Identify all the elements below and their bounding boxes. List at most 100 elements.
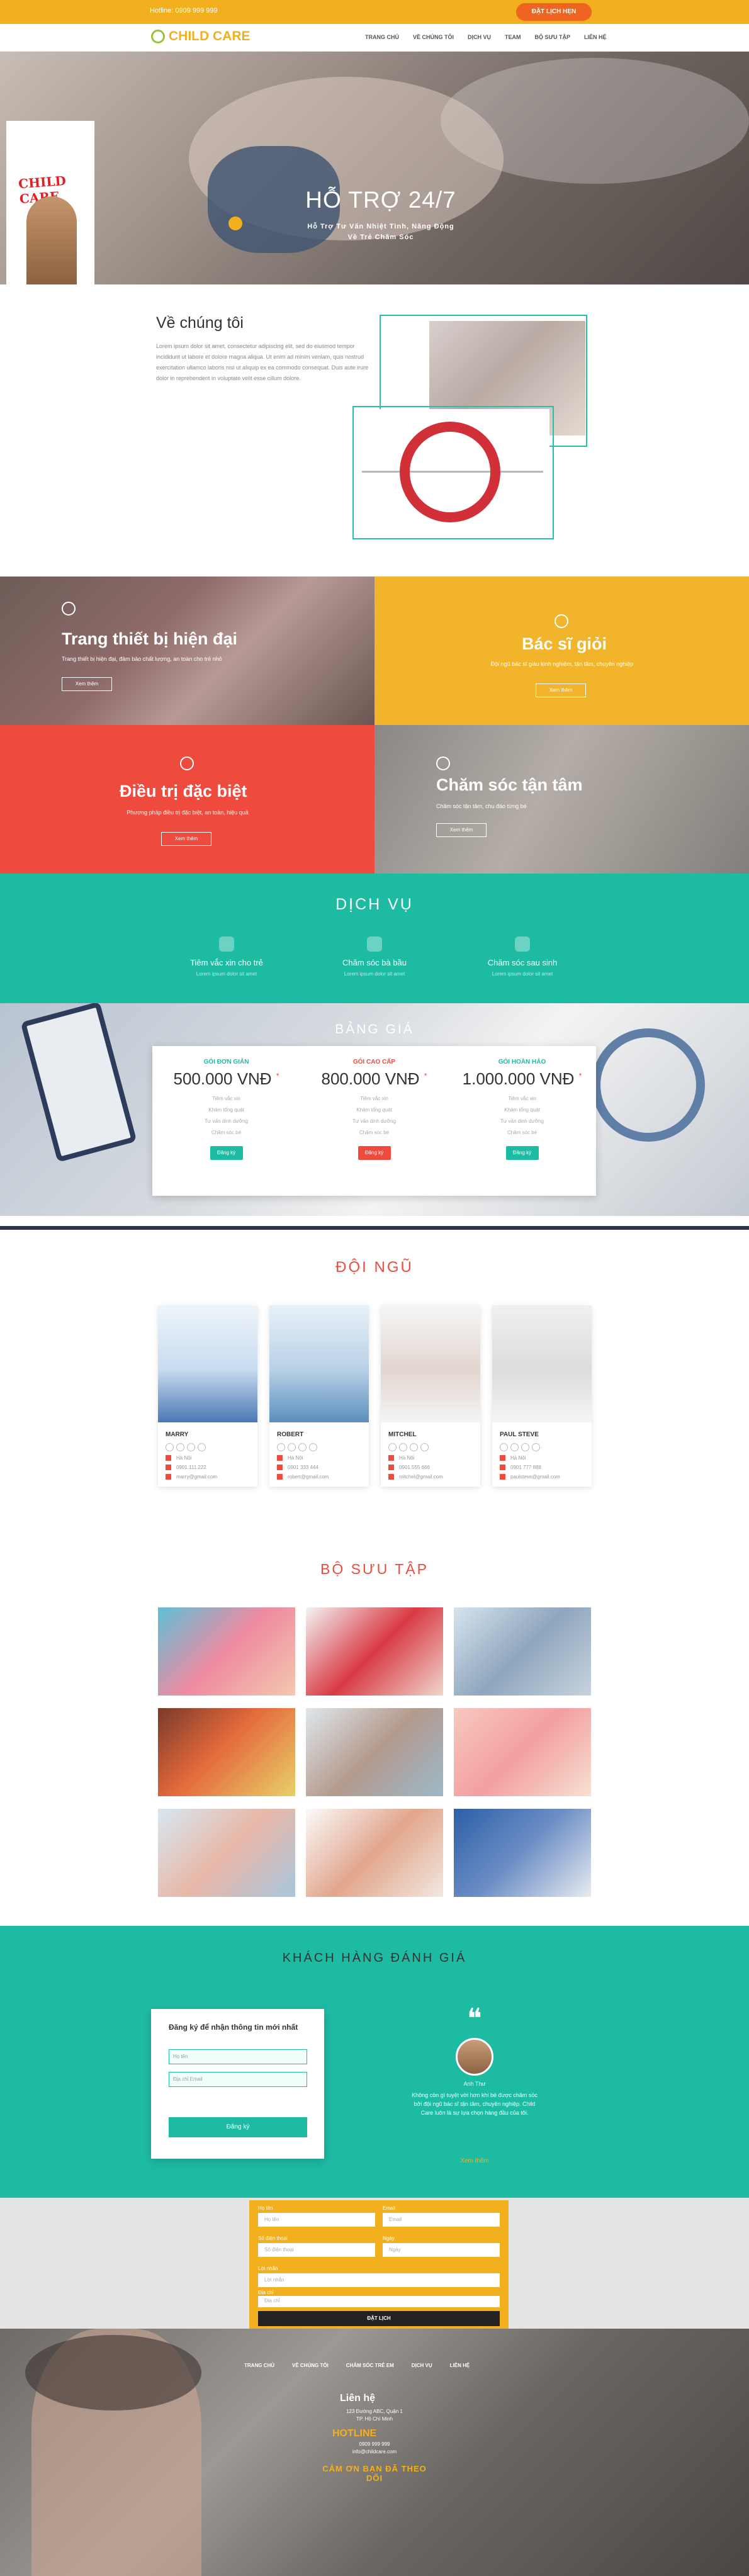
twitter-icon[interactable] — [510, 1443, 519, 1451]
gallery-image[interactable] — [158, 1607, 295, 1696]
gallery-image[interactable] — [306, 1809, 443, 1897]
email-icon — [500, 1474, 505, 1480]
member-social — [277, 1443, 369, 1451]
member-address: Hà Nội — [277, 1455, 369, 1461]
booking-phone-input[interactable]: Số điện thoại — [258, 2243, 375, 2257]
section-divider — [0, 1216, 749, 1226]
nav-item-services[interactable]: DỊCH VỤ — [468, 34, 491, 40]
email-input[interactable]: Địa chỉ Email — [169, 2072, 307, 2087]
feature-text: Phương pháp điều trị đặc biệt, an toàn, … — [127, 809, 249, 816]
vaccine-icon — [219, 936, 234, 952]
gallery-image[interactable] — [306, 1607, 443, 1696]
team-member-card: ROBERT Hà Nội 0901 333 444 robert@gmail.… — [269, 1305, 369, 1487]
email-icon — [277, 1474, 283, 1480]
review-text: Không còn gì tuyệt vời hơn khi bé được c… — [412, 2092, 538, 2116]
reviewer-avatar — [456, 2038, 493, 2076]
plan-premium: GÓI CAO CẤP 800.000 VNĐ * Tiêm vắc xin K… — [300, 1046, 448, 1196]
service-item[interactable]: Chăm sóc sau sinh Lorem ipsum dolor sit … — [466, 936, 579, 977]
linkedin-icon[interactable] — [521, 1443, 529, 1451]
nav-item-team[interactable]: TEAM — [505, 34, 521, 40]
pregnancy-icon — [367, 936, 382, 952]
newsletter-submit-button[interactable]: Đăng ký — [169, 2117, 307, 2137]
book-appointment-button[interactable]: ĐẶT LỊCH HẸN — [516, 3, 592, 21]
member-address: Hà Nội — [166, 1455, 257, 1461]
feature-good-doctors: Bác sĩ giỏi Đội ngũ bác sĩ giàu kinh ngh… — [374, 577, 749, 725]
gallery-image[interactable] — [454, 1708, 591, 1796]
gallery-image[interactable] — [454, 1809, 591, 1897]
linkedin-icon[interactable] — [410, 1443, 418, 1451]
gallery-image[interactable] — [158, 1708, 295, 1796]
feature-more-button[interactable]: Xem thêm — [62, 677, 112, 691]
footer-item-home[interactable]: TRANG CHỦ — [244, 2363, 274, 2368]
plan-signup-button[interactable]: Đăng ký — [505, 1146, 539, 1160]
gallery-image[interactable] — [158, 1809, 295, 1897]
plan-signup-button[interactable]: Đăng ký — [210, 1146, 243, 1160]
linkedin-icon[interactable] — [187, 1443, 195, 1451]
field-label: Địa chỉ — [258, 2290, 274, 2295]
booking-message-input[interactable]: Lời nhắn — [258, 2273, 500, 2287]
booking-address-input[interactable]: Địa chỉ — [258, 2296, 500, 2307]
footer-item-childcare[interactable]: CHĂM SÓC TRẺ EM — [346, 2363, 394, 2368]
member-photo — [158, 1305, 257, 1422]
team-member-card: PAUL STEVE Hà Nội 0901 777 888 paulsteve… — [492, 1305, 592, 1487]
field-label: Lời nhắn — [258, 2266, 278, 2271]
footer-item-about[interactable]: VỀ CHÚNG TÔI — [292, 2363, 329, 2368]
field-label: Ngày — [383, 2236, 395, 2241]
location-icon — [166, 1455, 171, 1461]
facebook-icon[interactable] — [166, 1443, 174, 1451]
booking-submit-button[interactable]: ĐẶT LỊCH — [258, 2311, 500, 2326]
plan-price: 500.000 VNĐ * — [173, 1069, 279, 1088]
booking-date-input[interactable]: Ngày — [383, 2243, 500, 2257]
twitter-icon[interactable] — [288, 1443, 296, 1451]
nav-item-gallery[interactable]: BỘ SƯU TẬP — [535, 34, 570, 40]
email-icon — [388, 1474, 394, 1480]
plan-feature: Chăm sóc bé — [359, 1130, 390, 1135]
name-input[interactable]: Họ tên — [169, 2049, 307, 2064]
gallery-image[interactable] — [306, 1708, 443, 1796]
plan-name: GÓI CAO CẤP — [352, 1059, 396, 1066]
member-name: MARRY — [166, 1431, 189, 1438]
booking-name-input[interactable]: Họ tên — [258, 2213, 375, 2227]
plan-basic: GÓI ĐƠN GIẢN 500.000 VNĐ * Tiêm vắc xin … — [152, 1046, 300, 1196]
facebook-icon[interactable] — [388, 1443, 397, 1451]
footer-item-contact[interactable]: LIÊN HỆ — [450, 2363, 470, 2368]
nav-item-about[interactable]: VỀ CHÚNG TÔI — [413, 34, 454, 40]
member-address: Hà Nội — [500, 1455, 592, 1461]
testimonials-title: KHÁCH HÀNG ĐÁNH GIÁ — [282, 1951, 467, 1965]
pinterest-icon[interactable] — [309, 1443, 317, 1451]
quote-icon: ❝ — [467, 2003, 482, 2034]
feature-title: Chăm sóc tận tâm — [436, 775, 583, 794]
gallery-image[interactable] — [454, 1607, 591, 1696]
footer-hotline-text: 0909 999 999 info@childcare.com — [352, 2441, 397, 2455]
service-item[interactable]: Tiêm vắc xin cho trẻ Lorem ipsum dolor s… — [170, 936, 283, 977]
feature-more-button[interactable]: Xem thêm — [436, 823, 487, 837]
logo[interactable]: CHILD CARE — [151, 29, 251, 44]
member-name: MITCHEL — [388, 1431, 417, 1438]
nav-item-home[interactable]: TRANG CHỦ — [365, 34, 399, 40]
twitter-icon[interactable] — [399, 1443, 407, 1451]
footer-hotline-title: HOTLINE — [332, 2428, 377, 2439]
service-item[interactable]: Chăm sóc bà bầu Lorem ipsum dolor sit am… — [318, 936, 431, 977]
facebook-icon[interactable] — [500, 1443, 508, 1451]
plan-signup-button[interactable]: Đăng ký — [358, 1146, 391, 1160]
pinterest-icon[interactable] — [420, 1443, 429, 1451]
plan-feature: Tiêm vắc xin — [212, 1096, 240, 1101]
member-email: mitchel@gmail.com — [388, 1474, 480, 1480]
feature-more-button[interactable]: Xem thêm — [536, 683, 586, 697]
pinterest-icon[interactable] — [532, 1443, 540, 1451]
testimonials-section: KHÁCH HÀNG ĐÁNH GIÁ Đăng ký để nhận thôn… — [0, 1926, 749, 2198]
phone-icon — [166, 1465, 171, 1470]
footer-item-services[interactable]: DỊCH VỤ — [412, 2363, 432, 2368]
nav-item-contact[interactable]: LIÊN HỆ — [584, 34, 607, 40]
review-more-link[interactable]: Xem thêm — [412, 2157, 538, 2164]
service-desc: Lorem ipsum dolor sit amet — [492, 971, 553, 977]
footer-menu: TRANG CHỦ VỀ CHÚNG TÔI CHĂM SÓC TRẺ EM D… — [244, 2363, 487, 2368]
service-title: Chăm sóc sau sinh — [487, 958, 558, 967]
twitter-icon[interactable] — [176, 1443, 184, 1451]
member-name: ROBERT — [277, 1431, 304, 1438]
feature-more-button[interactable]: Xem thêm — [161, 832, 211, 846]
linkedin-icon[interactable] — [298, 1443, 307, 1451]
facebook-icon[interactable] — [277, 1443, 285, 1451]
booking-email-input[interactable]: Email — [383, 2213, 500, 2227]
pinterest-icon[interactable] — [198, 1443, 206, 1451]
